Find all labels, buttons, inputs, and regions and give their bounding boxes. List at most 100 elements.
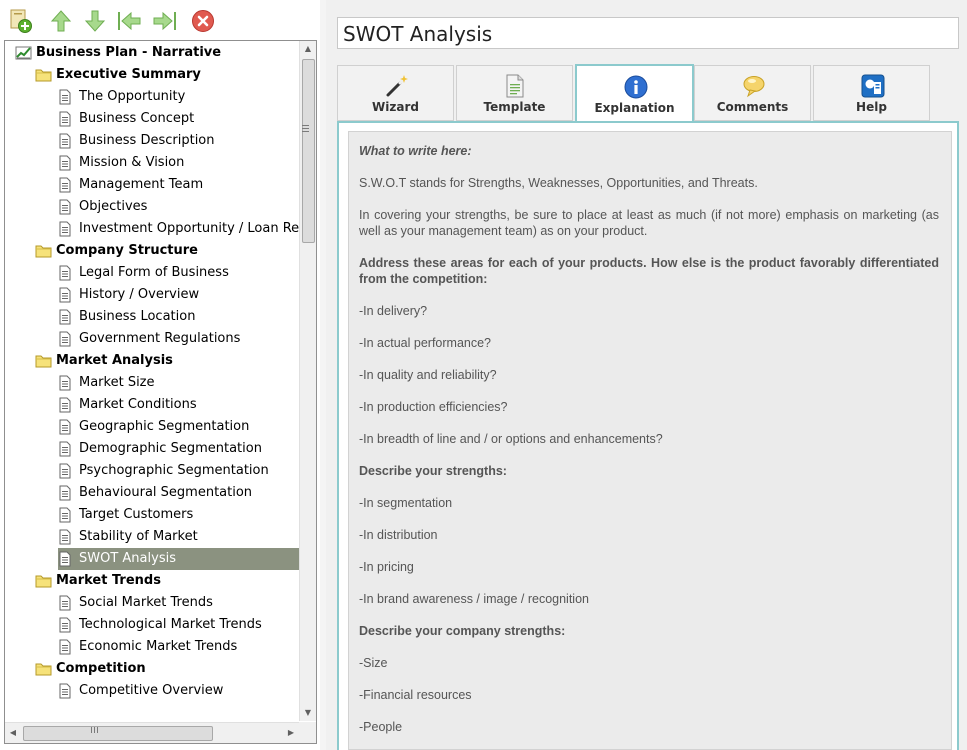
horizontal-scrollbar[interactable]: ◀ ▶ bbox=[5, 722, 299, 743]
outline-tree[interactable]: Business Plan - Narrative Executive Summa… bbox=[5, 41, 299, 721]
page-icon bbox=[59, 111, 71, 127]
tree-item-label: Competition bbox=[56, 661, 146, 676]
tree-item-label: Executive Summary bbox=[56, 67, 201, 82]
page-icon bbox=[59, 133, 71, 149]
page-icon bbox=[59, 639, 71, 655]
tree-folder[interactable]: Competition bbox=[35, 658, 299, 680]
folder-icon bbox=[35, 245, 52, 258]
tree-item-label: Market Size bbox=[79, 375, 155, 390]
tree-item-label: Management Team bbox=[79, 177, 204, 192]
folder-icon bbox=[35, 69, 52, 82]
content-paragraph: -In pricing bbox=[359, 560, 414, 574]
scroll-up-arrow[interactable]: ▲ bbox=[300, 41, 316, 57]
tab-comments[interactable]: Comments bbox=[694, 65, 811, 121]
tree-item[interactable]: Economic Market Trends bbox=[58, 636, 299, 658]
scroll-right-arrow[interactable]: ▶ bbox=[283, 725, 299, 741]
explanation-text-area[interactable]: What to write here: S.W.O.T stands for St… bbox=[348, 131, 952, 750]
tree-item[interactable]: Business Description bbox=[58, 130, 299, 152]
tree-item[interactable]: SWOT Analysis bbox=[58, 548, 299, 570]
tree-item[interactable]: Technological Market Trends bbox=[58, 614, 299, 636]
page-icon bbox=[59, 551, 71, 567]
add-document-button[interactable] bbox=[8, 8, 34, 34]
tree-item[interactable]: Geographic Segmentation bbox=[58, 416, 299, 438]
tree-item[interactable]: Competitive Overview bbox=[58, 680, 299, 702]
tab-label: Explanation bbox=[594, 101, 675, 115]
tree-item[interactable]: Mission & Vision bbox=[58, 152, 299, 174]
tree-root[interactable]: Business Plan - Narrative bbox=[15, 42, 299, 64]
document-icon bbox=[506, 74, 524, 98]
page-icon bbox=[59, 177, 71, 193]
info-icon bbox=[624, 75, 648, 99]
tree-item-label: Business Plan - Narrative bbox=[36, 45, 222, 60]
tree-folder[interactable]: Executive Summary bbox=[35, 64, 299, 86]
tree-item[interactable]: Legal Form of Business bbox=[58, 262, 299, 284]
scroll-left-arrow[interactable]: ◀ bbox=[5, 725, 21, 741]
tree-item[interactable]: Psychographic Segmentation bbox=[58, 460, 299, 482]
move-down-button[interactable] bbox=[82, 8, 108, 34]
chart-icon bbox=[15, 46, 32, 60]
tree-item[interactable]: Market Conditions bbox=[58, 394, 299, 416]
tree-item-label: Demographic Segmentation bbox=[79, 441, 262, 456]
tree-item[interactable]: Government Regulations bbox=[58, 328, 299, 350]
section-title-field[interactable]: SWOT Analysis bbox=[337, 17, 959, 49]
tree-item-label: Company Structure bbox=[56, 243, 198, 258]
tree-item-label: Objectives bbox=[79, 199, 148, 214]
arrow-left-icon bbox=[118, 11, 141, 31]
scroll-down-arrow[interactable]: ▼ bbox=[300, 705, 316, 721]
tree-item[interactable]: Business Concept bbox=[58, 108, 299, 130]
tree-item-label: Investment Opportunity / Loan Re bbox=[79, 221, 299, 236]
tree-item-label: Market Trends bbox=[56, 573, 161, 588]
tree-folder[interactable]: Market Trends bbox=[35, 570, 299, 592]
tab-label: Comments bbox=[716, 100, 789, 114]
tree-item[interactable]: Management Team bbox=[58, 174, 299, 196]
tree-folder[interactable]: Market Analysis bbox=[35, 350, 299, 372]
page-icon bbox=[59, 617, 71, 633]
content-paragraph: -People bbox=[359, 720, 403, 734]
tree-item[interactable]: The Opportunity bbox=[58, 86, 299, 108]
content-paragraph: S.W.O.T stands for Strengths, Weaknesses… bbox=[359, 176, 758, 190]
tree-item-label: Behavioural Segmentation bbox=[79, 485, 253, 500]
tree-item[interactable]: Target Customers bbox=[58, 504, 299, 526]
move-right-button[interactable] bbox=[152, 8, 178, 34]
delete-button[interactable] bbox=[190, 8, 216, 34]
tree-item-label: Mission & Vision bbox=[79, 155, 185, 170]
vertical-scrollbar[interactable]: ▲ ▼ bbox=[299, 41, 316, 721]
tree-folder[interactable]: Company Structure bbox=[35, 240, 299, 262]
speech-bubble-icon bbox=[743, 76, 765, 98]
content-paragraph: -In breadth of line and / or options and… bbox=[359, 432, 663, 446]
tab-template[interactable]: Template bbox=[456, 65, 573, 121]
content-paragraph: -In actual performance? bbox=[359, 336, 492, 350]
tree-item[interactable]: History / Overview bbox=[58, 284, 299, 306]
tab-explanation[interactable]: Explanation bbox=[575, 64, 694, 124]
content-paragraph: In covering your strengths, be sure to p… bbox=[359, 208, 939, 238]
vertical-scroll-thumb[interactable] bbox=[302, 59, 315, 243]
content-paragraph: -Size bbox=[359, 656, 388, 670]
tree-item[interactable]: Behavioural Segmentation bbox=[58, 482, 299, 504]
content-paragraph: -In quality and reliability? bbox=[359, 368, 497, 382]
content-paragraph: What to write here: bbox=[359, 144, 472, 158]
horizontal-scroll-thumb[interactable] bbox=[23, 726, 213, 741]
tab-help[interactable]: Help bbox=[813, 65, 930, 121]
tree-item[interactable]: Demographic Segmentation bbox=[58, 438, 299, 460]
tree-item[interactable]: Stability of Market bbox=[58, 526, 299, 548]
page-icon bbox=[59, 441, 71, 457]
move-left-button[interactable] bbox=[116, 8, 142, 34]
help-icon bbox=[861, 74, 885, 98]
tree-item[interactable]: Market Size bbox=[58, 372, 299, 394]
tree-item[interactable]: Social Market Trends bbox=[58, 592, 299, 614]
move-up-button[interactable] bbox=[48, 8, 74, 34]
page-icon bbox=[59, 309, 71, 325]
tree-item[interactable]: Objectives bbox=[58, 196, 299, 218]
arrow-right-icon bbox=[153, 11, 176, 31]
tree-item-label: History / Overview bbox=[79, 287, 200, 302]
tree-item[interactable]: Investment Opportunity / Loan Re bbox=[58, 218, 299, 240]
tree-item-label: SWOT Analysis bbox=[79, 551, 176, 566]
tree-item-label: Business Description bbox=[79, 133, 215, 148]
content-paragraph: -In brand awareness / image / recognitio… bbox=[359, 592, 589, 606]
tree-item-label: Competitive Overview bbox=[79, 683, 224, 698]
page-icon bbox=[59, 221, 71, 237]
tree-item[interactable]: Business Location bbox=[58, 306, 299, 328]
tree-item-label: Economic Market Trends bbox=[79, 639, 238, 654]
tab-wizard[interactable]: Wizard bbox=[337, 65, 454, 121]
content-heading: Describe your company strengths: bbox=[359, 624, 566, 638]
